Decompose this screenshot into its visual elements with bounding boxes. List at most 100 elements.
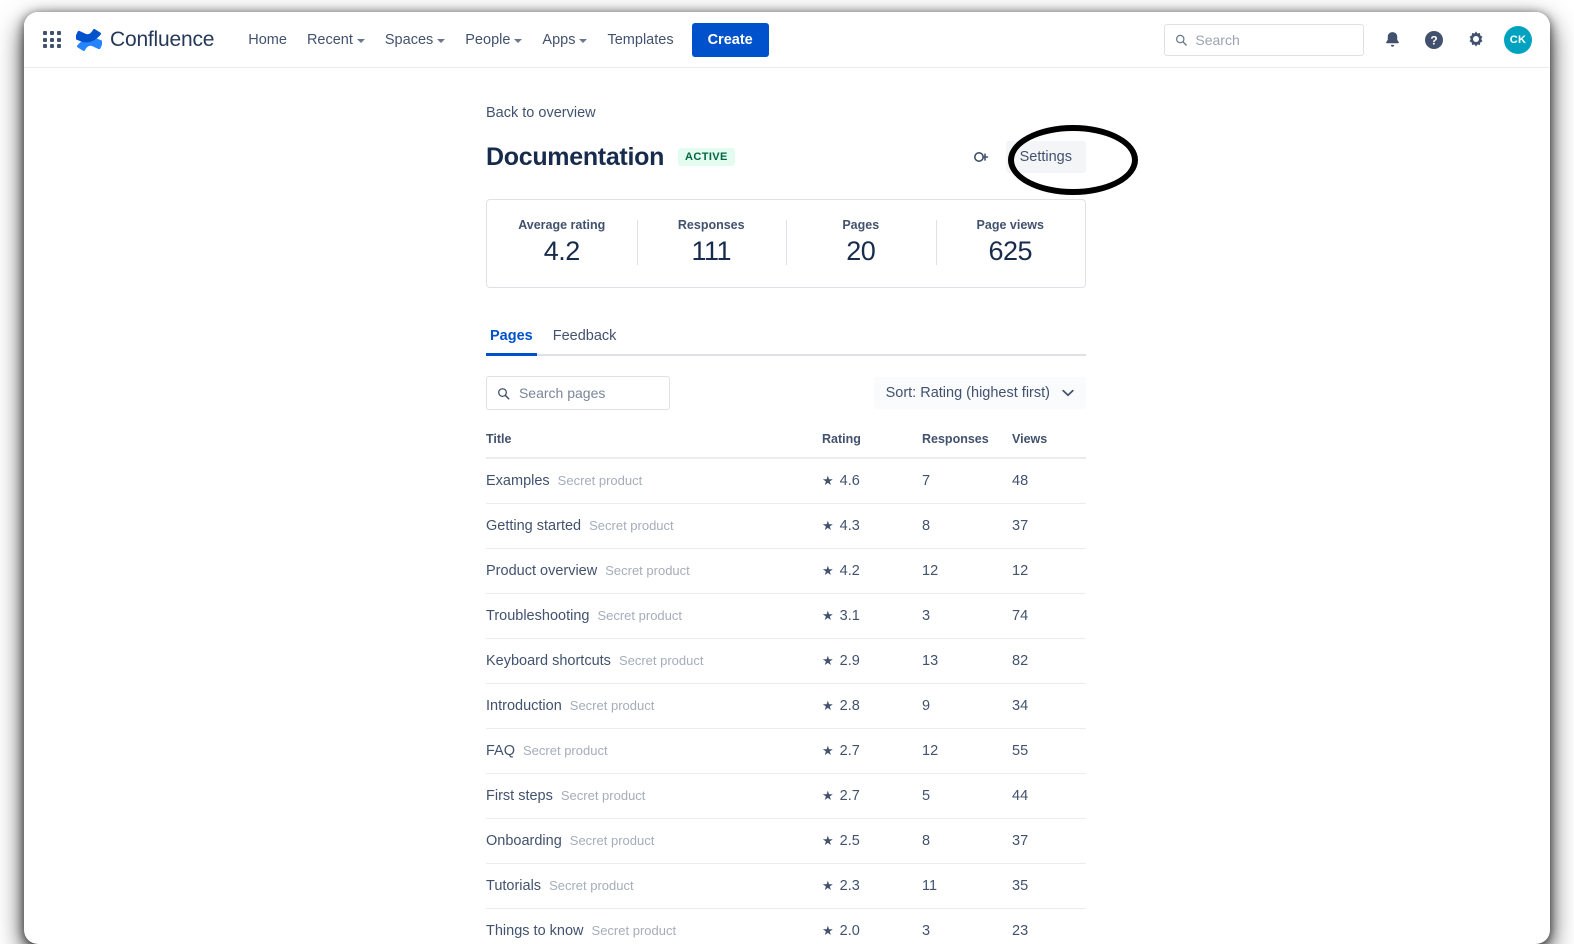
rating-value: 2.7 <box>840 788 860 804</box>
global-search-box[interactable] <box>1164 24 1364 56</box>
page-title-link[interactable]: FAQ <box>486 743 515 759</box>
search-icon <box>1175 33 1187 47</box>
avatar[interactable]: CK <box>1504 26 1532 54</box>
column-header-title: Title <box>486 432 822 458</box>
cell-title: Product overview Secret product <box>486 549 822 594</box>
rating-value: 2.8 <box>840 698 860 714</box>
nav-item-recent[interactable]: Recent <box>297 25 375 55</box>
top-navigation-bar: Confluence Home Recent Spaces People App… <box>24 12 1550 68</box>
global-search-input[interactable] <box>1195 32 1353 48</box>
page-title-link[interactable]: Things to know <box>486 923 584 939</box>
cell-title: FAQ Secret product <box>486 729 822 774</box>
page-space-label: Secret product <box>558 473 643 488</box>
copy-link-button[interactable] <box>968 143 996 171</box>
sort-dropdown[interactable]: Sort: Rating (highest first) <box>874 377 1086 409</box>
status-badge: ACTIVE <box>678 148 735 166</box>
notifications-button[interactable] <box>1378 26 1406 54</box>
bell-icon <box>1383 30 1402 49</box>
rating-value: 4.3 <box>840 518 860 534</box>
cell-views: 23 <box>1012 909 1086 944</box>
stat-page-views: Page views 625 <box>936 218 1086 267</box>
tab-feedback[interactable]: Feedback <box>549 322 621 356</box>
column-header-responses: Responses <box>922 432 1012 458</box>
cell-views: 82 <box>1012 639 1086 684</box>
page-space-label: Secret product <box>523 743 608 758</box>
page-title-link[interactable]: Introduction <box>486 698 562 714</box>
page-title-link[interactable]: Product overview <box>486 563 597 579</box>
pages-search-box[interactable] <box>486 376 670 410</box>
page-space-label: Secret product <box>592 923 677 938</box>
page-space-label: Secret product <box>570 698 655 713</box>
cell-views: 37 <box>1012 819 1086 864</box>
pages-table: Title Rating Responses Views ExamplesSec… <box>486 432 1086 944</box>
page-title-link[interactable]: First steps <box>486 788 553 804</box>
confluence-logo-link[interactable]: Confluence <box>76 28 214 52</box>
cell-responses: 3 <box>922 909 1012 944</box>
table-row[interactable]: First stepsSecret product★2.7544 <box>486 774 1086 819</box>
stat-average-rating: Average rating 4.2 <box>487 218 637 267</box>
star-filled-icon: ★ <box>822 923 834 938</box>
star-filled-icon: ★ <box>822 608 834 623</box>
rating-value: 2.9 <box>840 653 860 669</box>
table-row[interactable]: Getting startedSecret product★4.3837 <box>486 504 1086 549</box>
cell-views: 35 <box>1012 864 1086 909</box>
nav-item-apps[interactable]: Apps <box>532 25 597 55</box>
table-row[interactable]: ExamplesSecret product★4.6748 <box>486 458 1086 504</box>
star-filled-icon: ★ <box>822 563 834 578</box>
search-icon <box>497 386 510 401</box>
stat-responses: Responses 111 <box>637 218 787 267</box>
page-space-label: Secret product <box>605 563 690 578</box>
create-button[interactable]: Create <box>692 23 769 57</box>
table-row[interactable]: Keyboard shortcutsSecret product★2.91382 <box>486 639 1086 684</box>
page-space-label: Secret product <box>597 608 682 623</box>
page-content: Back to overview Documentation ACTIVE Se… <box>24 68 1550 944</box>
back-to-overview-link[interactable]: Back to overview <box>486 105 596 121</box>
cell-responses: 8 <box>922 819 1012 864</box>
rating-value: 2.7 <box>840 743 860 759</box>
cell-responses: 7 <box>922 458 1012 504</box>
stat-label: Responses <box>637 218 787 232</box>
page-title-link[interactable]: Troubleshooting <box>486 608 589 624</box>
table-row[interactable]: IntroductionSecret product★2.8934 <box>486 684 1086 729</box>
page-title-link[interactable]: Keyboard shortcuts <box>486 653 611 669</box>
star-filled-icon: ★ <box>822 788 834 803</box>
table-row[interactable]: Product overviewSecret product★4.21212 <box>486 549 1086 594</box>
table-row[interactable]: FAQSecret product★2.71255 <box>486 729 1086 774</box>
space-settings-button[interactable]: Settings <box>1006 141 1086 173</box>
star-filled-icon: ★ <box>822 743 834 758</box>
nav-item-people[interactable]: People <box>455 25 532 55</box>
page-title-link[interactable]: Getting started <box>486 518 581 534</box>
cell-title: Examples Secret product <box>486 458 822 504</box>
stat-value: 20 <box>786 236 936 267</box>
cell-title: Things to know Secret product <box>486 909 822 944</box>
cell-responses: 11 <box>922 864 1012 909</box>
star-filled-icon: ★ <box>822 878 834 893</box>
cell-title: First stepsSecret product <box>486 774 822 819</box>
nav-item-label: Home <box>248 32 287 48</box>
nav-item-label: Templates <box>607 32 673 48</box>
star-filled-icon: ★ <box>822 698 834 713</box>
sort-dropdown-label: Sort: Rating (highest first) <box>886 385 1050 401</box>
cell-views: 44 <box>1012 774 1086 819</box>
stat-label: Page views <box>936 218 1086 232</box>
settings-button-global[interactable] <box>1462 26 1490 54</box>
help-button[interactable]: ? <box>1420 26 1448 54</box>
table-row[interactable]: TroubleshootingSecret product★3.1374 <box>486 594 1086 639</box>
tab-pages[interactable]: Pages <box>486 322 537 356</box>
pages-search-input[interactable] <box>519 385 659 401</box>
table-row[interactable]: TutorialsSecret product★2.31135 <box>486 864 1086 909</box>
page-title-link[interactable]: Onboarding <box>486 833 562 849</box>
nav-item-home[interactable]: Home <box>238 25 297 55</box>
stat-pages: Pages 20 <box>786 218 936 267</box>
nav-item-spaces[interactable]: Spaces <box>375 25 455 55</box>
cell-rating: ★ 2.7 <box>822 729 922 774</box>
grid-apps-icon[interactable] <box>38 26 66 54</box>
page-title-link[interactable]: Tutorials <box>486 878 541 894</box>
page-title-link[interactable]: Examples <box>486 473 550 489</box>
nav-item-templates[interactable]: Templates <box>597 25 683 55</box>
table-row[interactable]: Things to knowSecret product★2.0323 <box>486 909 1086 944</box>
table-row[interactable]: OnboardingSecret product★2.5837 <box>486 819 1086 864</box>
link-chain-icon <box>972 147 992 167</box>
cell-rating: ★2.9 <box>822 639 922 684</box>
page-space-label: Secret product <box>589 518 674 533</box>
